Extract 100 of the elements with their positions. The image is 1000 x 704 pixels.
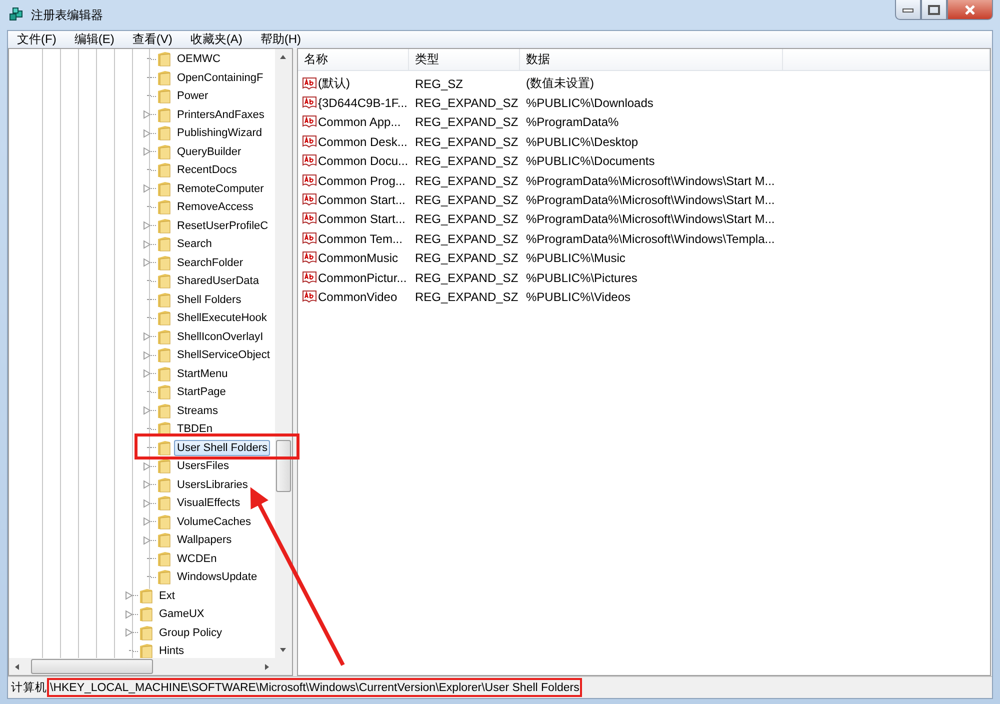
minimize-button[interactable] xyxy=(895,0,921,20)
value-type: REG_EXPAND_SZ xyxy=(414,212,520,226)
expand-icon[interactable] xyxy=(125,610,133,619)
tree-item[interactable]: RemoveAccess xyxy=(174,199,256,216)
scroll-thumb[interactable] xyxy=(276,440,291,492)
string-value-icon xyxy=(302,115,317,130)
expand-icon[interactable] xyxy=(143,498,151,508)
horizontal-scrollbar[interactable] xyxy=(9,658,292,675)
expand-icon[interactable] xyxy=(143,221,151,230)
tree-item[interactable]: Shell Folders xyxy=(174,292,244,308)
tree-item[interactable]: PublishingWizard xyxy=(174,125,265,142)
expand-icon[interactable] xyxy=(143,128,151,138)
folder-icon xyxy=(157,88,171,104)
column-header[interactable]: 名称 xyxy=(298,49,409,70)
expand-icon[interactable] xyxy=(143,536,151,545)
string-value-icon xyxy=(302,270,317,285)
folder-icon xyxy=(157,70,171,86)
tree-item[interactable]: VisualEffects xyxy=(174,495,244,512)
expand-icon[interactable] xyxy=(143,480,151,490)
expand-icon[interactable] xyxy=(143,147,151,156)
menu-item[interactable]: 帮助(H) xyxy=(251,31,310,48)
tree-item[interactable]: Ext xyxy=(156,588,178,604)
tree-item[interactable]: UsersFiles xyxy=(174,458,232,474)
folder-icon xyxy=(157,292,171,308)
tree-item[interactable]: Streams xyxy=(174,402,221,419)
tree-item[interactable]: QueryBuilder xyxy=(174,144,244,160)
expand-icon[interactable] xyxy=(143,184,151,194)
tree-item[interactable]: ShellIconOverlayI xyxy=(174,328,266,345)
vertical-scrollbar[interactable] xyxy=(275,49,292,658)
tree-item[interactable]: Wallpapers xyxy=(174,532,235,548)
column-header[interactable]: 类型 xyxy=(409,49,520,70)
tree-item[interactable]: GameUX xyxy=(156,606,208,622)
close-button[interactable] xyxy=(947,0,993,20)
value-type: REG_EXPAND_SZ xyxy=(414,270,520,285)
tree-item[interactable]: SearchFolder xyxy=(174,254,246,271)
expand-icon[interactable] xyxy=(143,332,151,342)
expand-icon[interactable] xyxy=(143,110,151,120)
value-name: {3D644C9B-1F... xyxy=(318,96,408,110)
tree-item[interactable]: Power xyxy=(174,88,212,104)
tree-item[interactable]: Search xyxy=(174,236,215,252)
string-value-icon xyxy=(302,154,317,168)
tree-item[interactable]: TBDEn xyxy=(174,421,216,438)
tree-item[interactable]: RecentDocs xyxy=(174,162,240,178)
expand-icon[interactable] xyxy=(125,591,133,600)
maximize-button[interactable] xyxy=(921,0,947,20)
value-data: %ProgramData%\Microsoft\Windows\Start M... xyxy=(525,174,776,188)
tree-item[interactable]: ShellExecuteHook xyxy=(174,310,270,326)
tree-item[interactable]: User Shell Folders xyxy=(174,440,270,456)
tree-item[interactable]: ResetUserProfileC xyxy=(174,218,272,234)
tree-item[interactable]: ShellServiceObject xyxy=(174,347,273,364)
expand-icon[interactable] xyxy=(143,406,151,416)
tree-item[interactable]: UsersLibraries xyxy=(174,476,251,493)
tree-item[interactable]: OEMWC xyxy=(174,51,224,68)
tree-item[interactable]: StartPage xyxy=(174,384,229,400)
expand-icon[interactable] xyxy=(143,350,151,360)
menu-item[interactable]: 文件(F) xyxy=(8,31,66,48)
folder-icon xyxy=(139,624,153,641)
value-data: %PUBLIC%\Desktop xyxy=(525,134,640,149)
tree-item[interactable]: StartMenu xyxy=(174,366,231,382)
value-type: REG_EXPAND_SZ xyxy=(414,290,520,304)
tree-item[interactable]: Group Policy xyxy=(156,624,225,641)
expand-icon[interactable] xyxy=(143,462,151,471)
computer-label: 计算机 xyxy=(11,680,47,695)
folder-icon xyxy=(157,199,171,216)
value-data: %ProgramData%\Microsoft\Windows\Start M... xyxy=(525,212,776,226)
menu-item[interactable]: 查看(V) xyxy=(123,31,182,48)
tree-item[interactable]: WCDEn xyxy=(174,550,220,567)
tree-item[interactable]: WindowsUpdate xyxy=(174,569,260,586)
folder-icon xyxy=(157,180,171,197)
tree-item[interactable]: Hints xyxy=(156,643,188,658)
key-path: \HKEY_LOCAL_MACHINE\SOFTWARE\Microsoft\Windows\CurrentVersion\Explorer\User Shell Folders xyxy=(50,682,580,694)
tree-item[interactable]: SharedUserData xyxy=(174,273,262,290)
tree-item[interactable]: RemoteComputer xyxy=(174,180,267,197)
folder-icon xyxy=(157,125,171,142)
tree-item[interactable]: PrintersAndFaxes xyxy=(174,106,268,123)
value-name: (默认) xyxy=(318,75,350,92)
folder-icon xyxy=(157,347,171,364)
value-name: Common Desk... xyxy=(318,134,408,149)
scroll-thumb[interactable] xyxy=(31,659,153,674)
folder-icon xyxy=(157,51,171,68)
folder-icon xyxy=(157,440,171,456)
value-name: Common Tem... xyxy=(318,232,402,246)
menu-item[interactable]: 编辑(E) xyxy=(65,31,124,48)
minimize-icon xyxy=(902,6,914,12)
string-value-icon xyxy=(302,251,317,266)
expand-icon[interactable] xyxy=(143,258,151,268)
folder-icon xyxy=(157,366,171,382)
menu-item[interactable]: 收藏夹(A) xyxy=(181,31,252,48)
value-type: REG_EXPAND_SZ xyxy=(414,134,520,149)
tree-item[interactable]: OpenContainingF xyxy=(174,70,266,86)
tree-item[interactable]: VolumeCaches xyxy=(174,514,254,530)
expand-icon[interactable] xyxy=(125,628,133,638)
folder-icon xyxy=(139,643,153,658)
column-header[interactable]: 数据 xyxy=(520,49,783,70)
string-value-icon xyxy=(302,290,317,304)
expand-icon[interactable] xyxy=(143,240,151,249)
expand-icon[interactable] xyxy=(143,369,151,378)
folder-icon xyxy=(157,384,171,400)
expand-icon[interactable] xyxy=(143,517,151,526)
folder-icon xyxy=(157,402,171,419)
